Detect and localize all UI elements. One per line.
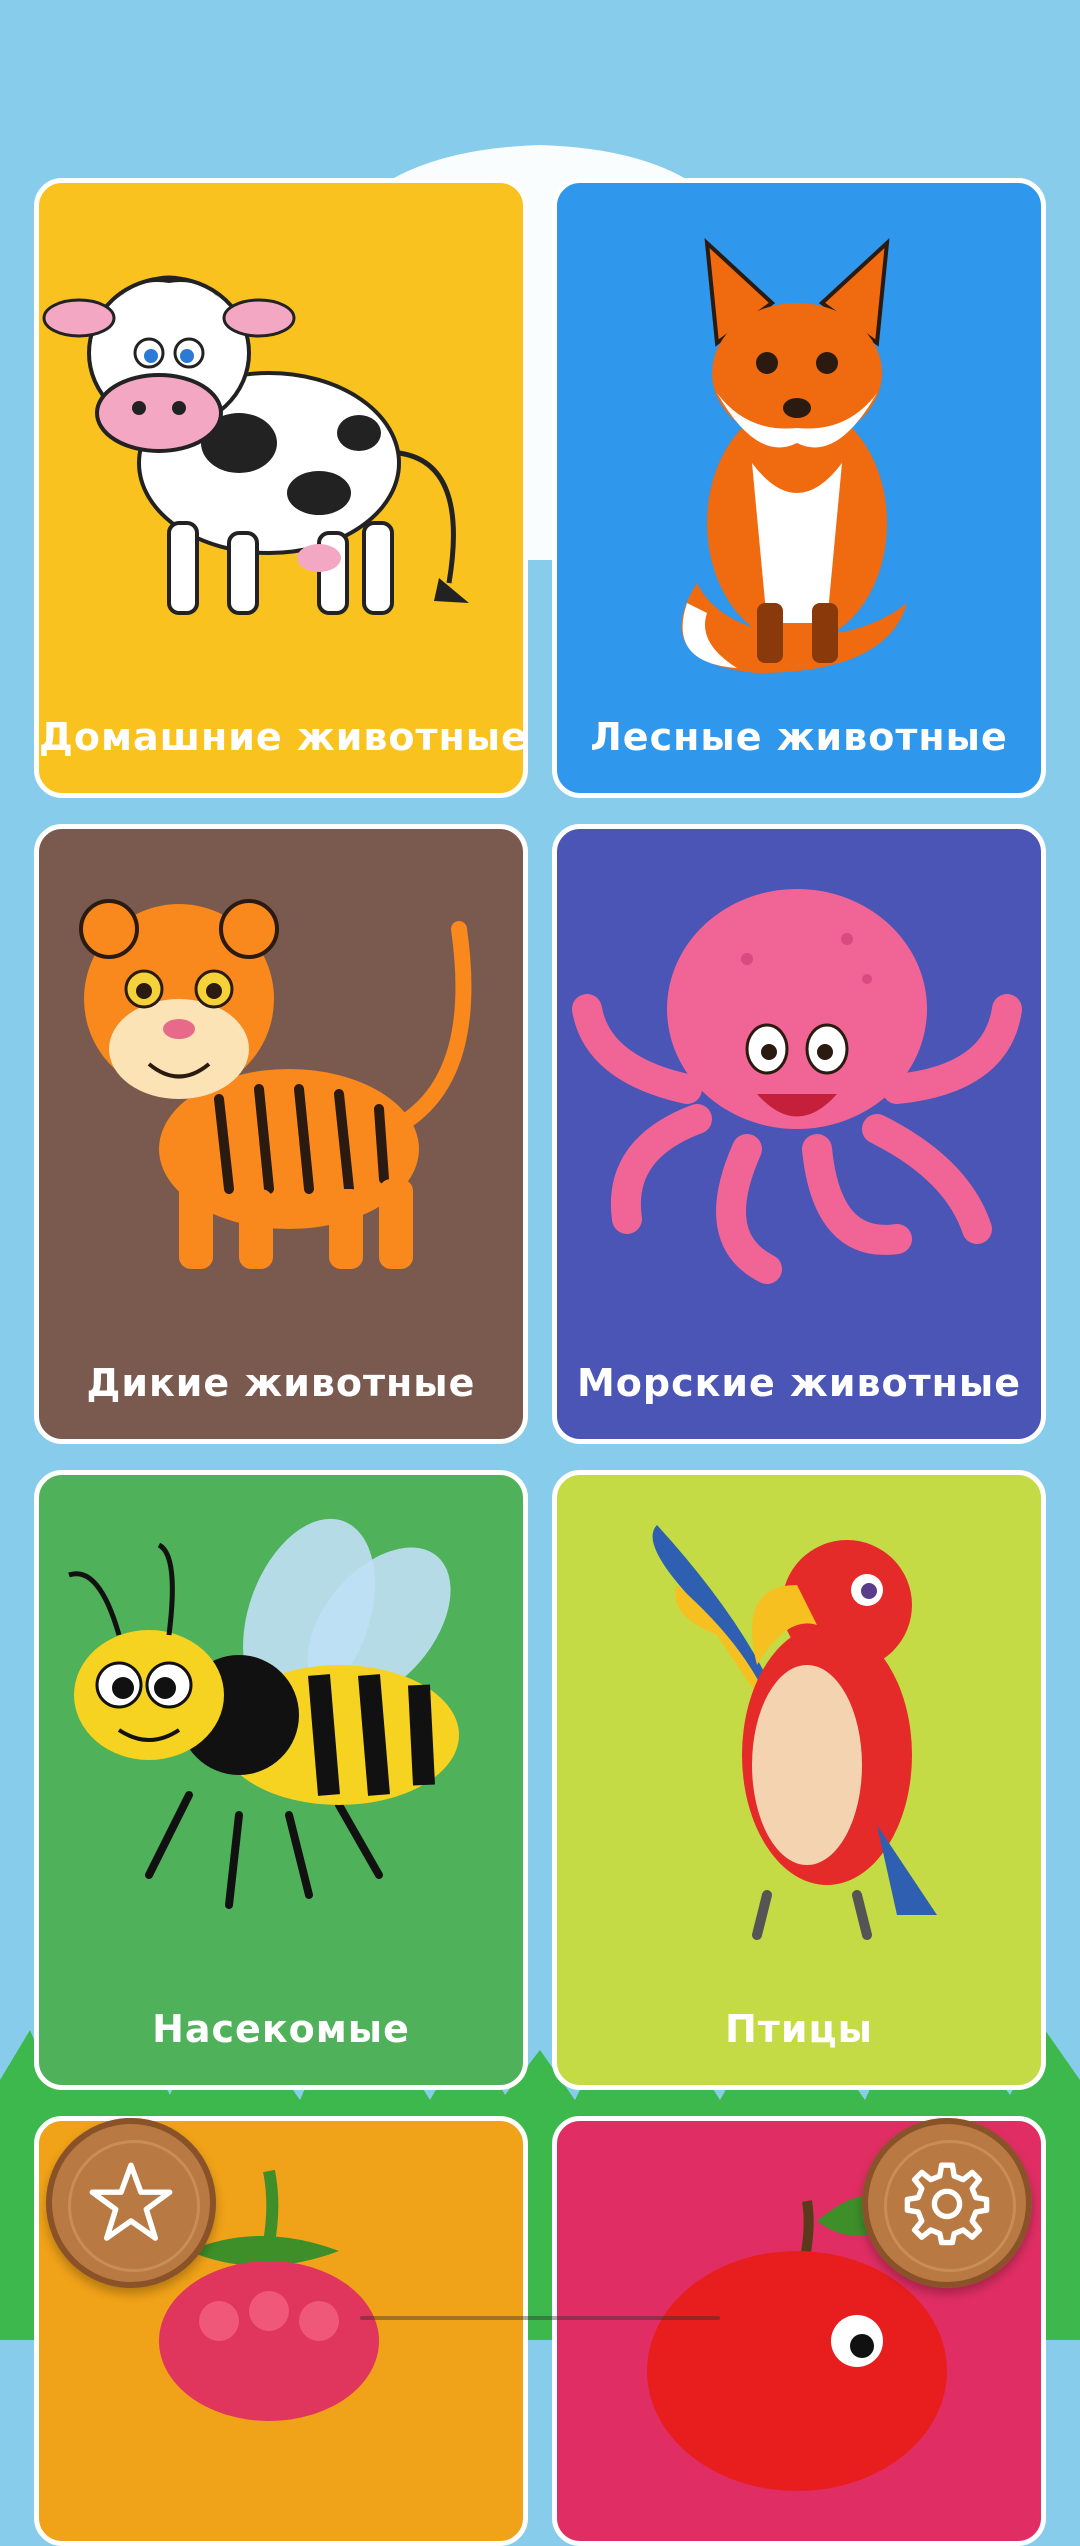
category-label: Насекомые — [152, 2007, 410, 2051]
category-label: Дикие животные — [86, 1361, 476, 1405]
category-label: Лесные животные — [590, 715, 1008, 759]
category-card-insects[interactable]: Насекомые — [34, 1470, 528, 2090]
favorites-button[interactable] — [46, 2118, 216, 2288]
category-card-forest[interactable]: Лесные животные — [552, 178, 1046, 798]
settings-button[interactable] — [862, 2118, 1032, 2288]
gear-icon — [904, 2162, 990, 2246]
category-label: Птицы — [725, 2007, 873, 2051]
octopus-icon — [572, 889, 1022, 1284]
category-label: Домашние животные — [39, 715, 528, 759]
bee-icon — [68, 1518, 459, 1909]
home-indicator — [360, 2316, 720, 2320]
category-label: Морские животные — [576, 1361, 1022, 1405]
category-card-birds[interactable]: Птицы — [552, 1470, 1046, 2090]
star-icon — [89, 2162, 173, 2241]
tiger-icon — [79, 899, 472, 1269]
category-card-wild[interactable]: Дикие животные — [34, 824, 528, 1444]
fox-icon — [681, 237, 907, 673]
category-card-sea[interactable]: Морские животные — [552, 824, 1046, 1444]
cow-icon — [42, 275, 469, 615]
category-card-domestic[interactable]: Домашние животные — [34, 178, 528, 798]
parrot-icon — [652, 1525, 937, 1940]
